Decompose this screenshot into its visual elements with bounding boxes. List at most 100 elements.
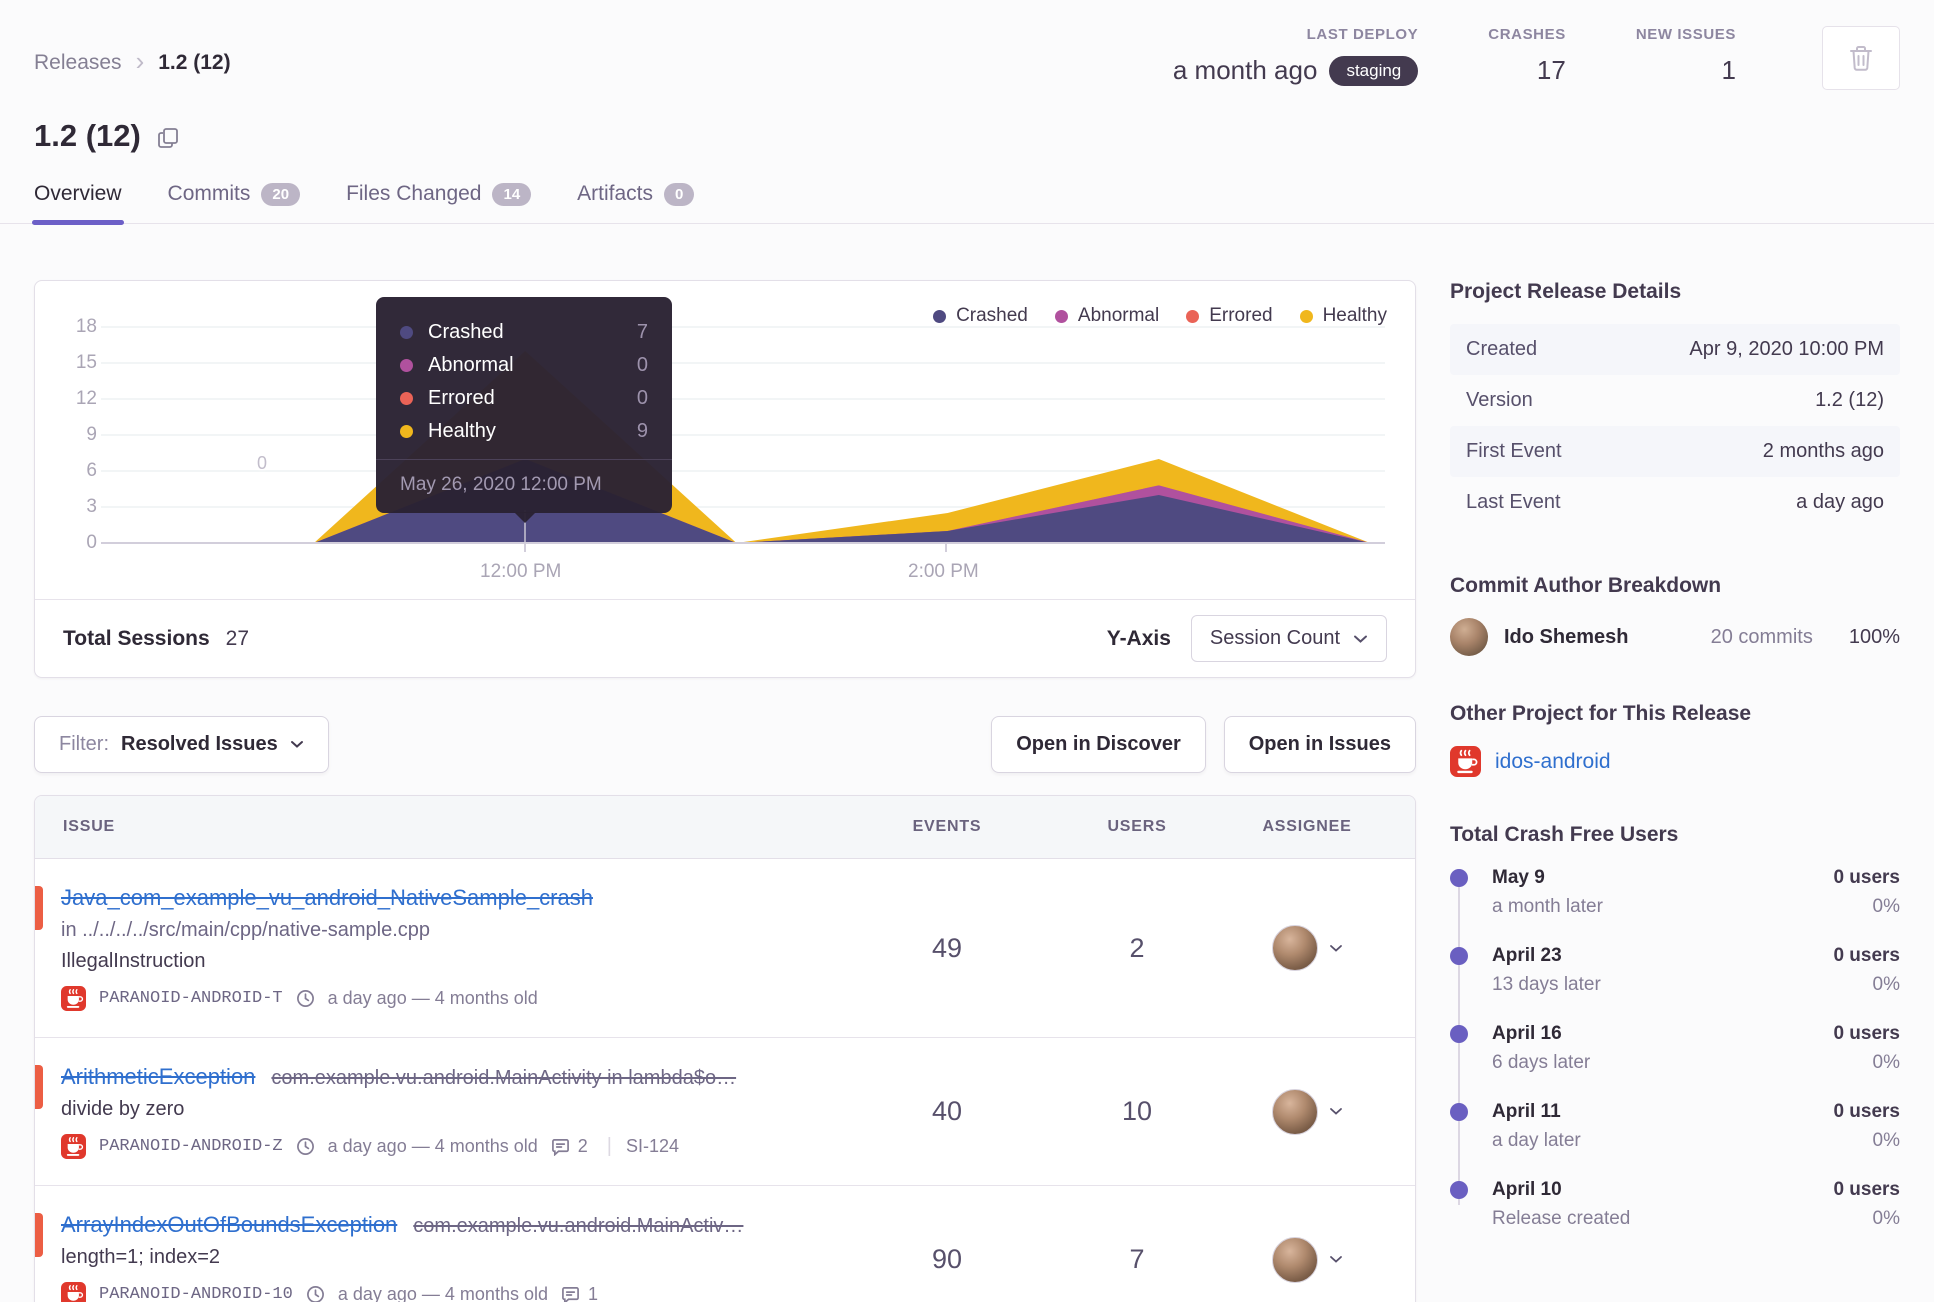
author-commit-count: 20 commits bbox=[1710, 625, 1813, 648]
open-in-issues-button[interactable]: Open in Issues bbox=[1223, 716, 1416, 773]
tooltip-row-crashed: Crashed 7 bbox=[400, 316, 648, 349]
issues-table-header: ISSUE EVENTS USERS ASSIGNEE bbox=[35, 796, 1415, 859]
header-stats: LAST DEPLOY a month ago staging CRASHES … bbox=[1173, 26, 1900, 90]
chevron-down-icon[interactable] bbox=[1329, 1107, 1343, 1116]
issue-location: in ../../../../src/main/cpp/native-sampl… bbox=[61, 919, 431, 941]
comments-count[interactable]: 1 bbox=[561, 1284, 598, 1302]
total-crash-free-users-section: Total Crash Free Users May 90 users a mo… bbox=[1450, 823, 1900, 1257]
y-axis-selector-label: Y-Axis bbox=[1106, 626, 1171, 650]
comments-count[interactable]: 2 bbox=[551, 1136, 588, 1157]
breadcrumb: Releases › 1.2 (12) bbox=[34, 26, 231, 90]
project-coffee-icon bbox=[61, 1282, 86, 1302]
column-header-users: USERS bbox=[1107, 818, 1167, 835]
project-coffee-icon bbox=[1450, 746, 1481, 777]
issue-subtitle: length=1; index=2 bbox=[61, 1246, 221, 1268]
y-axis-select[interactable]: Session Count bbox=[1190, 615, 1387, 662]
copy-icon bbox=[157, 127, 179, 149]
chart-legend[interactable]: Crashed Abnormal Errored Healthy bbox=[933, 305, 1387, 327]
issue-annotation[interactable]: | SI-124 bbox=[601, 1135, 679, 1158]
chevron-down-icon[interactable] bbox=[1329, 1255, 1343, 1264]
assignee-avatar[interactable] bbox=[1271, 925, 1318, 971]
errored-dot-icon bbox=[1186, 309, 1200, 323]
issue-events-count: 49 bbox=[931, 932, 963, 963]
y-axis-tick: 18 bbox=[75, 316, 97, 337]
list-item: April 16 0 users 6 days later 0% bbox=[1450, 1023, 1900, 1101]
issue-culprit: com.example.vu.android.MainActivity in l… bbox=[271, 1067, 737, 1089]
column-header-assignee: ASSIGNEE bbox=[1262, 818, 1352, 835]
tab-commits[interactable]: Commits 20 bbox=[168, 182, 301, 223]
y-axis-tick: 0 bbox=[86, 532, 97, 553]
project-slug[interactable]: PARANOID-ANDROID-10 bbox=[99, 1285, 293, 1302]
y-axis-tick: 12 bbox=[75, 388, 97, 409]
tab-overview[interactable]: Overview bbox=[32, 182, 124, 225]
issues-filter-dropdown[interactable]: Filter: Resolved Issues bbox=[34, 716, 329, 773]
clock-icon bbox=[296, 989, 315, 1008]
legend-item-healthy[interactable]: Healthy bbox=[1299, 305, 1387, 327]
chart-canvas bbox=[101, 326, 1385, 552]
author-name: Ido Shemesh bbox=[1504, 625, 1629, 648]
timeline-dot-icon bbox=[1450, 1181, 1468, 1199]
release-sidebar: Project Release Details Created Apr 9, 2… bbox=[1450, 280, 1900, 1302]
tab-artifacts[interactable]: Artifacts 0 bbox=[577, 182, 695, 223]
detail-row-created: Created Apr 9, 2020 10:00 PM bbox=[1450, 324, 1900, 375]
commit-author-breakdown-section: Commit Author Breakdown Ido Shemesh 20 c… bbox=[1450, 574, 1900, 656]
tooltip-arrow bbox=[514, 512, 536, 523]
issue-users-count: 10 bbox=[1121, 1096, 1153, 1126]
sessions-chart[interactable]: 18 15 12 9 6 3 0 12:00 PM 2:00 PM Crashe… bbox=[35, 281, 1415, 599]
table-row[interactable]: ArithmeticException com.example.vu.andro… bbox=[35, 1038, 1415, 1186]
last-deploy-label: LAST DEPLOY bbox=[1306, 26, 1419, 43]
project-slug[interactable]: PARANOID-ANDROID-T bbox=[99, 989, 283, 1008]
page-title: 1.2 (12) bbox=[34, 118, 141, 153]
author-avatar bbox=[1450, 618, 1488, 656]
tooltip-date: May 26, 2020 12:00 PM bbox=[376, 459, 672, 513]
abnormal-dot-icon bbox=[1054, 309, 1068, 323]
list-item: April 23 0 users 13 days later 0% bbox=[1450, 945, 1900, 1023]
assignee-avatar[interactable] bbox=[1271, 1236, 1318, 1283]
issue-users-count: 7 bbox=[1129, 1244, 1145, 1274]
timeline-dot-icon bbox=[1450, 947, 1468, 965]
issue-age: a day ago — 4 months old bbox=[327, 988, 538, 1008]
sessions-chart-card: 18 15 12 9 6 3 0 12:00 PM 2:00 PM Crashe… bbox=[34, 280, 1416, 678]
detail-row-first-event: First Event 2 months ago bbox=[1450, 426, 1900, 477]
chevron-down-icon[interactable] bbox=[1329, 944, 1343, 953]
timeline-dot-icon bbox=[1450, 1025, 1468, 1043]
open-in-discover-button[interactable]: Open in Discover bbox=[991, 716, 1206, 773]
delete-release-button[interactable] bbox=[1822, 26, 1900, 90]
issues-toolbar: Filter: Resolved Issues Open in Discover… bbox=[34, 716, 1416, 773]
author-commit-percent: 100% bbox=[1848, 625, 1900, 648]
error-level-indicator bbox=[35, 886, 43, 930]
total-sessions-value: 27 bbox=[225, 626, 250, 650]
project-coffee-icon bbox=[61, 1134, 86, 1159]
project-release-details-section: Project Release Details Created Apr 9, 2… bbox=[1450, 280, 1900, 528]
error-level-indicator bbox=[35, 1213, 43, 1257]
page-header: Releases › 1.2 (12) LAST DEPLOY a month … bbox=[0, 0, 1934, 90]
y-axis-tick: 6 bbox=[86, 460, 97, 481]
commits-count-badge: 20 bbox=[261, 182, 301, 206]
commit-author-row: Ido Shemesh 20 commits 100% bbox=[1450, 618, 1900, 656]
issue-title-link[interactable]: ArithmeticException bbox=[61, 1064, 255, 1090]
legend-item-crashed[interactable]: Crashed bbox=[933, 305, 1028, 327]
table-row[interactable]: Java_com_example_vu_android_NativeSample… bbox=[35, 859, 1415, 1038]
issue-title-link[interactable]: Java_com_example_vu_android_NativeSample… bbox=[61, 885, 593, 911]
legend-item-errored[interactable]: Errored bbox=[1186, 305, 1273, 327]
tab-files-changed[interactable]: Files Changed 14 bbox=[346, 182, 532, 223]
section-heading: Other Project for This Release bbox=[1450, 702, 1752, 725]
chevron-down-icon bbox=[290, 740, 304, 749]
chart-footer: Total Sessions 27 Y-Axis Session Count bbox=[35, 599, 1415, 677]
tooltip-row-errored: Errored 0 bbox=[400, 382, 648, 415]
issue-title-link[interactable]: ArrayIndexOutOfBoundsException bbox=[61, 1212, 397, 1238]
other-project-link[interactable]: idos-android bbox=[1495, 750, 1611, 774]
breadcrumb-releases[interactable]: Releases bbox=[34, 51, 122, 75]
environment-badge: staging bbox=[1329, 55, 1419, 86]
project-slug[interactable]: PARANOID-ANDROID-Z bbox=[99, 1137, 283, 1156]
crashes-label: CRASHES bbox=[1488, 26, 1566, 43]
comment-icon bbox=[551, 1138, 570, 1156]
x-axis-tick: 2:00 PM bbox=[908, 561, 979, 582]
section-heading: Commit Author Breakdown bbox=[1450, 574, 1722, 597]
table-row[interactable]: ArrayIndexOutOfBoundsException com.examp… bbox=[35, 1186, 1415, 1302]
copy-version-button[interactable] bbox=[157, 127, 179, 149]
legend-item-abnormal[interactable]: Abnormal bbox=[1054, 305, 1159, 327]
total-sessions-label: Total Sessions bbox=[63, 626, 210, 650]
files-changed-count-badge: 14 bbox=[492, 182, 532, 206]
assignee-avatar[interactable] bbox=[1271, 1088, 1318, 1135]
